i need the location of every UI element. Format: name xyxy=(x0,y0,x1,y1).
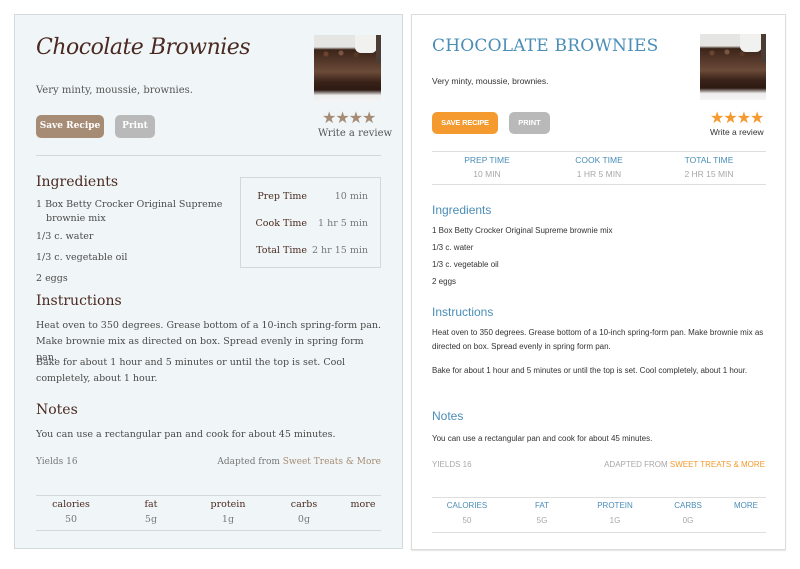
photo-background xyxy=(376,35,381,63)
source-link[interactable]: SWEET TREATS & MORE xyxy=(670,460,765,469)
ingredient-item: 1/3 c. water xyxy=(36,231,94,242)
source-link[interactable]: Sweet Treats & More xyxy=(283,457,381,467)
print-button[interactable]: Print xyxy=(115,115,155,138)
nutrition-label: fat xyxy=(144,499,158,510)
recipe-title: CHOCOLATE BROWNIES xyxy=(432,36,659,56)
nutrition-value: 50 xyxy=(462,516,472,525)
rating-stars-icon[interactable]: ★★★★ xyxy=(322,108,376,127)
instructions-heading: Instructions xyxy=(432,305,494,319)
time-value: 2 hr 15 min xyxy=(311,245,368,256)
instruction-step: Heat oven to 350 degrees. Grease bottom … xyxy=(432,328,764,351)
nutrition-label[interactable]: MORE xyxy=(726,501,766,510)
adapted-from: Adapted from Sweet Treats & More xyxy=(217,457,381,467)
nutrition-value: 50 xyxy=(64,514,78,525)
notes-text: You can use a rectangular pan and cook f… xyxy=(432,434,653,443)
nutrition-value: 0g xyxy=(297,514,311,525)
ingredient-item: 1 Box Betty Crocker Original Supreme bro… xyxy=(432,226,613,235)
recipe-photo xyxy=(314,35,381,102)
recipe-description: Very minty, moussie, brownies. xyxy=(432,76,549,86)
save-recipe-button[interactable]: Save Recipe xyxy=(36,115,104,138)
time-label: PREP TIME xyxy=(464,155,510,165)
ingredients-list: 1 Box Betty Crocker Original Supreme bro… xyxy=(432,225,613,293)
time-value: 10 MIN xyxy=(473,169,501,179)
photo-crumbs xyxy=(314,49,374,59)
notes-heading: Notes xyxy=(36,402,78,418)
time-value: 1 hr 5 min xyxy=(318,218,368,229)
divider xyxy=(36,155,381,156)
time-value: 1 HR 5 MIN xyxy=(576,169,622,179)
nutrition-value: 1g xyxy=(221,514,235,525)
adapted-prefix: Adapted from xyxy=(217,457,283,467)
rating-stars-icon[interactable]: ★★★★ xyxy=(710,108,764,128)
time-table: PREP TIME 10 MIN COOK TIME 1 HR 5 MIN TO… xyxy=(432,151,766,185)
write-review-link[interactable]: Write a review xyxy=(710,127,764,137)
recipe-title: Chocolate Brownies xyxy=(36,35,251,60)
notes-text: You can use a rectangular pan and cook f… xyxy=(36,429,336,440)
ingredients-heading: Ingredients xyxy=(432,203,492,217)
time-label: Cook Time xyxy=(255,218,308,229)
nutrition-value: 5G xyxy=(536,516,548,525)
instruction-step: Bake for about 1 hour and 5 minutes or u… xyxy=(36,357,346,384)
ingredient-item: 1/3 c. vegetable oil xyxy=(36,252,128,263)
ingredient-item: 1 Box Betty Crocker Original Supreme bro… xyxy=(36,199,223,224)
time-label: Prep Time xyxy=(257,191,307,202)
ingredient-item: 2 eggs xyxy=(432,277,457,286)
nutrition-label: FAT xyxy=(534,501,550,510)
nutrition-label: CALORIES xyxy=(446,501,488,510)
time-box: Prep Time 10 min Cook Time 1 hr 5 min To… xyxy=(240,177,381,268)
notes-heading: Notes xyxy=(432,409,464,423)
adapted-from: ADAPTED FROM SWEET TREATS & MORE xyxy=(604,460,765,469)
yields-text: YIELDS 16 xyxy=(432,460,472,469)
instruction-step: Bake for about 1 hour and 5 minutes or u… xyxy=(432,366,748,375)
nutrition-label: calories xyxy=(52,499,90,510)
recipe-photo xyxy=(700,34,766,100)
nutrition-label[interactable]: more xyxy=(343,499,383,510)
ingredient-item: 1/3 c. vegetable oil xyxy=(432,260,499,269)
recipe-description: Very minty, moussie, brownies. xyxy=(36,85,193,96)
nutrition-label: carbs xyxy=(290,499,318,510)
time-label: COOK TIME xyxy=(575,155,623,165)
print-button[interactable]: PRINT xyxy=(509,112,550,134)
photo-background xyxy=(761,34,766,62)
nutrition-table: calories 50 fat 5g protein 1g carbs 0g m… xyxy=(36,495,381,531)
recipe-card-modern: CHOCOLATE BROWNIES Very minty, moussie, … xyxy=(411,14,786,550)
nutrition-value: 0G xyxy=(682,516,694,525)
nutrition-table: CALORIES 50 FAT 5G PROTEIN 1G CARBS 0G M… xyxy=(432,497,766,533)
adapted-prefix: ADAPTED FROM xyxy=(604,460,670,469)
time-label: Total Time xyxy=(256,245,307,256)
time-label: TOTAL TIME xyxy=(684,155,734,165)
save-recipe-button[interactable]: SAVE RECIPE xyxy=(432,112,498,134)
instructions-heading: Instructions xyxy=(36,293,122,309)
ingredient-item: 1/3 c. water xyxy=(432,243,474,252)
nutrition-label: CARBS xyxy=(674,501,702,510)
ingredients-list: 1 Box Betty Crocker Original Supreme bro… xyxy=(36,198,241,293)
nutrition-label: protein xyxy=(210,499,246,510)
nutrition-value: 5g xyxy=(144,514,158,525)
ingredient-item: 2 eggs xyxy=(36,273,68,284)
time-value: 10 min xyxy=(334,191,368,202)
yields-text: Yields 16 xyxy=(36,457,78,467)
ingredients-heading: Ingredients xyxy=(36,174,119,190)
photo-crumbs xyxy=(700,48,760,58)
nutrition-label: PROTEIN xyxy=(597,501,633,510)
time-value: 2 HR 15 MIN xyxy=(684,169,734,179)
write-review-link[interactable]: Write a review xyxy=(318,128,392,139)
nutrition-value: 1G xyxy=(609,516,621,525)
recipe-card-classic: Chocolate Brownies Very minty, moussie, … xyxy=(14,14,403,549)
